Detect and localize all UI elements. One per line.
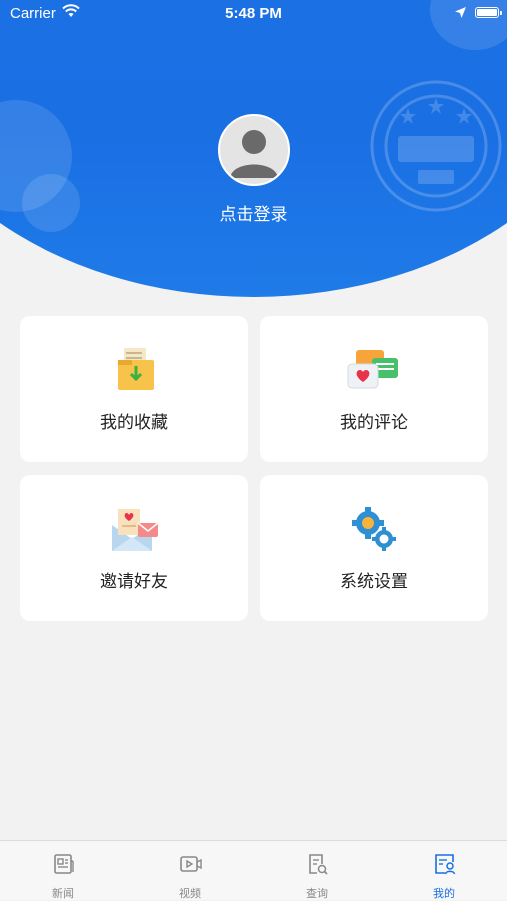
status-time: 5:48 PM [225, 5, 282, 22]
tab-mine[interactable]: 我的 [381, 841, 507, 901]
news-icon [54, 854, 74, 874]
invite-envelope-icon [112, 509, 159, 551]
status-bar: Carrier 5:48 PM [0, 0, 507, 28]
favorites-folder-icon [118, 348, 154, 390]
settings-gears-icon [352, 507, 396, 551]
menu-label-favorites: 我的收藏 [100, 413, 168, 433]
tab-search[interactable]: 查询 [254, 841, 380, 901]
profile-header: Carrier 5:48 PM 点击登录 [0, 0, 507, 300]
menu-label-settings: 系统设置 [340, 572, 408, 592]
tab-news[interactable]: 新闻 [0, 841, 126, 901]
login-button[interactable]: 点击登录 [0, 200, 507, 225]
video-icon [180, 856, 202, 872]
tab-label-news: 新闻 [52, 887, 74, 900]
menu-card-favorites[interactable]: 我的收藏 [20, 316, 248, 462]
tab-video[interactable]: 视频 [127, 841, 253, 901]
tab-label-search: 查询 [306, 887, 328, 900]
menu-card-comments[interactable]: 我的评论 [260, 316, 488, 462]
profile-icon [435, 854, 456, 875]
battery-icon [475, 7, 499, 18]
avatar[interactable] [218, 114, 290, 186]
search-document-icon [309, 854, 328, 875]
watermark-seal-icon [370, 80, 502, 212]
comments-bubbles-icon [347, 350, 398, 389]
tab-label-video: 视频 [179, 887, 201, 900]
location-arrow-icon [455, 7, 466, 18]
menu-card-invite[interactable]: 邀请好友 [20, 475, 248, 621]
menu-card-settings[interactable]: 系统设置 [260, 475, 488, 621]
tab-bar: 新闻 视频 查询 我的 [0, 840, 507, 900]
menu-label-comments: 我的评论 [340, 413, 408, 433]
tab-label-mine: 我的 [433, 887, 455, 900]
menu-label-invite: 邀请好友 [100, 572, 168, 592]
default-user-icon [230, 130, 278, 178]
battery-tip [500, 11, 502, 15]
